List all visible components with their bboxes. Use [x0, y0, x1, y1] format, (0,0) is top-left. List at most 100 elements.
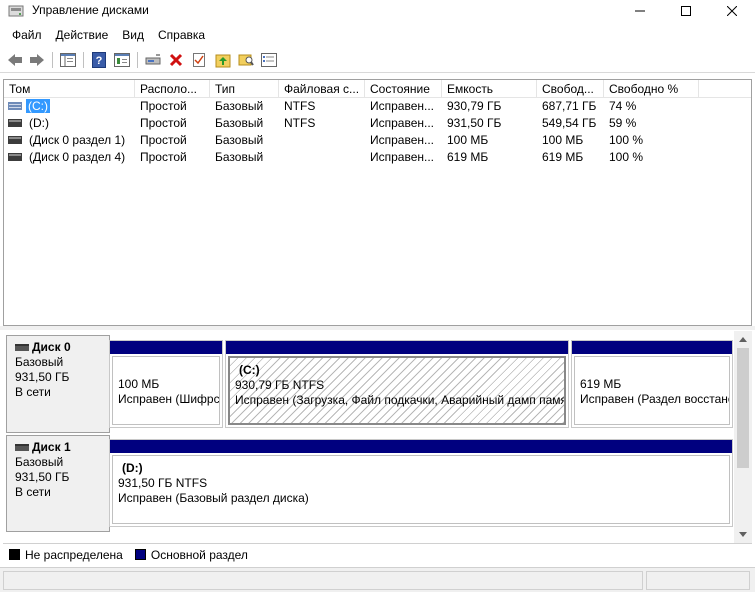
console-tree-icon	[60, 53, 76, 67]
disk-size: 931,50 ГБ	[15, 370, 70, 384]
partition-status: Исправен (Шифрс	[118, 392, 220, 406]
volume-filesystem: NTFS	[284, 116, 316, 130]
maximize-button[interactable]	[663, 0, 709, 22]
partition-size: 100 МБ	[118, 377, 160, 391]
pane-splitter[interactable]	[0, 326, 755, 330]
list-button[interactable]	[260, 51, 278, 69]
partition-bar	[226, 341, 568, 354]
partition-bar	[110, 440, 732, 453]
volume-capacity: 931,50 ГБ	[447, 116, 502, 130]
column-header-volume[interactable]: Том	[4, 80, 135, 98]
disk-map-scrollbar[interactable]	[734, 331, 752, 543]
status-bar	[0, 567, 755, 592]
check-icon	[193, 53, 205, 67]
volume-free-space: 549,54 ГБ	[542, 116, 597, 130]
partition-disk0-c[interactable]: (C:) 930,79 ГБ NTFS Исправен (Загрузка, …	[225, 340, 569, 428]
column-header-capacity[interactable]: Емкость	[442, 80, 537, 98]
partition-title	[580, 362, 729, 377]
partition-bar	[572, 341, 732, 354]
volume-status: Исправен...	[370, 150, 435, 164]
forward-arrow-icon	[30, 54, 44, 66]
volume-free-space: 100 МБ	[542, 133, 584, 147]
forward-button[interactable]	[28, 51, 46, 69]
disk-1-label[interactable]: Диск 1 Базовый 931,50 ГБ В сети	[6, 435, 110, 532]
disk-drive-icon	[15, 344, 29, 351]
volume-capacity: 100 МБ	[447, 133, 489, 147]
scroll-up-icon	[739, 337, 747, 342]
volume-status: Исправен...	[370, 116, 435, 130]
scroll-thumb[interactable]	[737, 348, 749, 468]
close-icon	[727, 6, 737, 16]
menu-action[interactable]: Действие	[49, 25, 116, 45]
status-cell-main	[3, 571, 643, 590]
volume-list[interactable]: Том Располо... Тип Файловая с... Состоян…	[3, 79, 752, 326]
minimize-button[interactable]	[617, 0, 663, 22]
delete-button[interactable]	[167, 51, 185, 69]
legend-item-unallocated: Не распределена	[9, 548, 123, 562]
disk-name: Диск 0	[32, 340, 71, 354]
scroll-down-button[interactable]	[734, 526, 752, 543]
search-folder-button[interactable]	[237, 51, 255, 69]
volume-layout: Простой	[140, 99, 187, 113]
disk-state: В сети	[15, 485, 51, 499]
title-bar: Управление дисками	[0, 0, 755, 22]
close-button[interactable]	[709, 0, 755, 22]
volume-percent-free: 100 %	[609, 150, 644, 164]
connect-drive-button[interactable]	[144, 51, 162, 69]
menu-help[interactable]: Справка	[151, 25, 212, 45]
volume-percent-free: 59 %	[609, 116, 637, 130]
volume-name: (D:)	[29, 116, 49, 130]
volume-capacity: 930,79 ГБ	[447, 99, 502, 113]
column-header-free-space[interactable]: Свобод...	[537, 80, 604, 98]
column-header-filesystem[interactable]: Файловая с...	[279, 80, 365, 98]
svg-text:?: ?	[96, 55, 103, 67]
back-arrow-icon	[8, 54, 22, 66]
column-header-status[interactable]: Состояние	[365, 80, 442, 98]
partition-size: 619 МБ	[580, 377, 622, 391]
partition-disk0-1[interactable]: 100 МБ Исправен (Шифрс	[109, 340, 223, 428]
menu-file[interactable]: Файл	[5, 25, 49, 45]
legend: Не распределена Основной раздел	[3, 543, 752, 565]
disk-0-label[interactable]: Диск 0 Базовый 931,50 ГБ В сети	[6, 335, 110, 433]
disk-size: 931,50 ГБ	[15, 470, 70, 484]
disk-map: Диск 0 Базовый 931,50 ГБ В сети 100 МБ И…	[3, 331, 752, 543]
table-row[interactable]: (Диск 0 раздел 1) Простой Базовый Исправ…	[4, 132, 751, 149]
maximize-icon	[681, 6, 691, 16]
column-header-type[interactable]: Тип	[210, 80, 279, 98]
table-row[interactable]: (Диск 0 раздел 4) Простой Базовый Исправ…	[4, 149, 751, 166]
volume-name: (Диск 0 раздел 4)	[29, 150, 126, 164]
disk-state: В сети	[15, 385, 51, 399]
volume-drive-icon	[8, 153, 22, 161]
check-button[interactable]	[190, 51, 208, 69]
scroll-down-icon	[739, 532, 747, 537]
help-button[interactable]: ?	[90, 51, 108, 69]
search-folder-icon	[238, 54, 254, 66]
partition-size: 930,79 ГБ NTFS	[235, 378, 325, 392]
partition-disk0-4[interactable]: 619 МБ Исправен (Раздел восстано	[571, 340, 733, 428]
console-tree-button[interactable]	[59, 51, 77, 69]
legend-label: Не распределена	[25, 547, 123, 562]
volume-layout: Простой	[140, 133, 187, 147]
folder-up-button[interactable]	[214, 51, 232, 69]
disk-management-app-icon	[8, 5, 24, 17]
column-header-layout[interactable]: Располо...	[135, 80, 210, 98]
partition-title: (D:)	[122, 461, 143, 475]
volume-layout: Простой	[140, 150, 187, 164]
legend-swatch	[134, 549, 146, 560]
volume-name: (C:)	[26, 99, 50, 113]
column-header-percent-free[interactable]: Свободно %	[604, 80, 699, 98]
properties-button[interactable]	[113, 51, 131, 69]
scroll-up-button[interactable]	[734, 331, 752, 348]
volume-filesystem	[279, 132, 365, 149]
back-button[interactable]	[6, 51, 24, 69]
table-row[interactable]: (D:) Простой Базовый NTFS Исправен... 93…	[4, 115, 751, 132]
volume-type: Базовый	[215, 116, 264, 130]
menu-view[interactable]: Вид	[115, 25, 151, 45]
delete-icon	[169, 53, 183, 67]
volume-status: Исправен...	[370, 133, 435, 147]
volume-type: Базовый	[215, 99, 264, 113]
volume-drive-icon	[8, 136, 22, 144]
table-row[interactable]: (C:) Простой Базовый NTFS Исправен... 93…	[4, 98, 751, 115]
partition-status: Исправен (Базовый раздел диска)	[118, 491, 309, 505]
partition-disk1-d[interactable]: (D:) 931,50 ГБ NTFS Исправен (Базовый ра…	[109, 439, 733, 527]
